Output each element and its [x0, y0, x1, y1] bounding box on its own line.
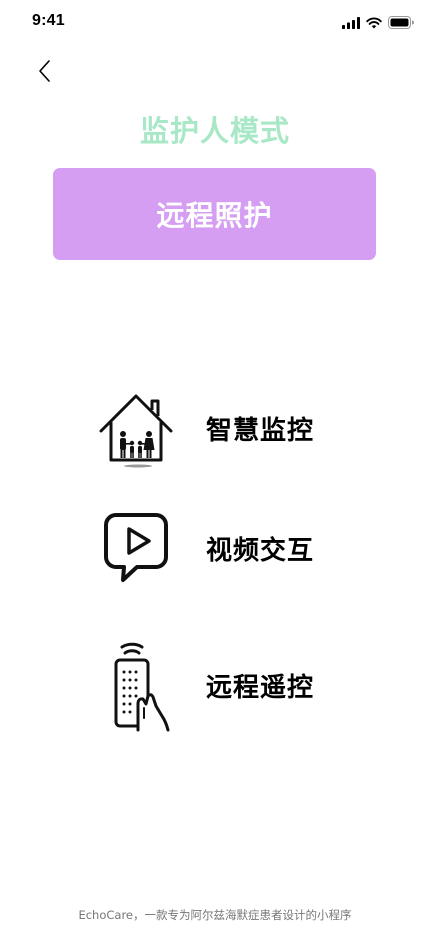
- feature-remote-control-label: 远程遥控: [206, 672, 315, 703]
- chevron-left-icon: [38, 59, 52, 87]
- remote-control-icon: [88, 637, 184, 733]
- remote-care-button-label: 远程照护: [156, 199, 273, 232]
- back-button[interactable]: [30, 58, 60, 88]
- battery-icon: [388, 14, 414, 33]
- status-bar: 9:41: [0, 0, 430, 44]
- cellular-signal-icon: [342, 14, 360, 33]
- page-title: 监护人模式: [139, 114, 290, 148]
- video-play-chat-icon: [88, 500, 184, 596]
- feature-remote-control[interactable]: 远程遥控: [88, 637, 348, 733]
- feature-smart-monitoring[interactable]: 智慧监控: [88, 380, 348, 476]
- status-icons: [342, 14, 414, 33]
- feature-video-interaction[interactable]: 视频交互: [88, 500, 348, 596]
- footer-text: EchoCare，一款专为阿尔兹海默症患者设计的小程序: [78, 908, 352, 922]
- feature-smart-monitoring-label: 智慧监控: [206, 415, 315, 446]
- wifi-icon: [366, 14, 382, 33]
- feature-video-interaction-label: 视频交互: [206, 535, 315, 566]
- status-time: 9:41: [32, 12, 65, 29]
- remote-care-button[interactable]: 远程照护: [53, 168, 376, 260]
- house-family-icon: [88, 380, 184, 476]
